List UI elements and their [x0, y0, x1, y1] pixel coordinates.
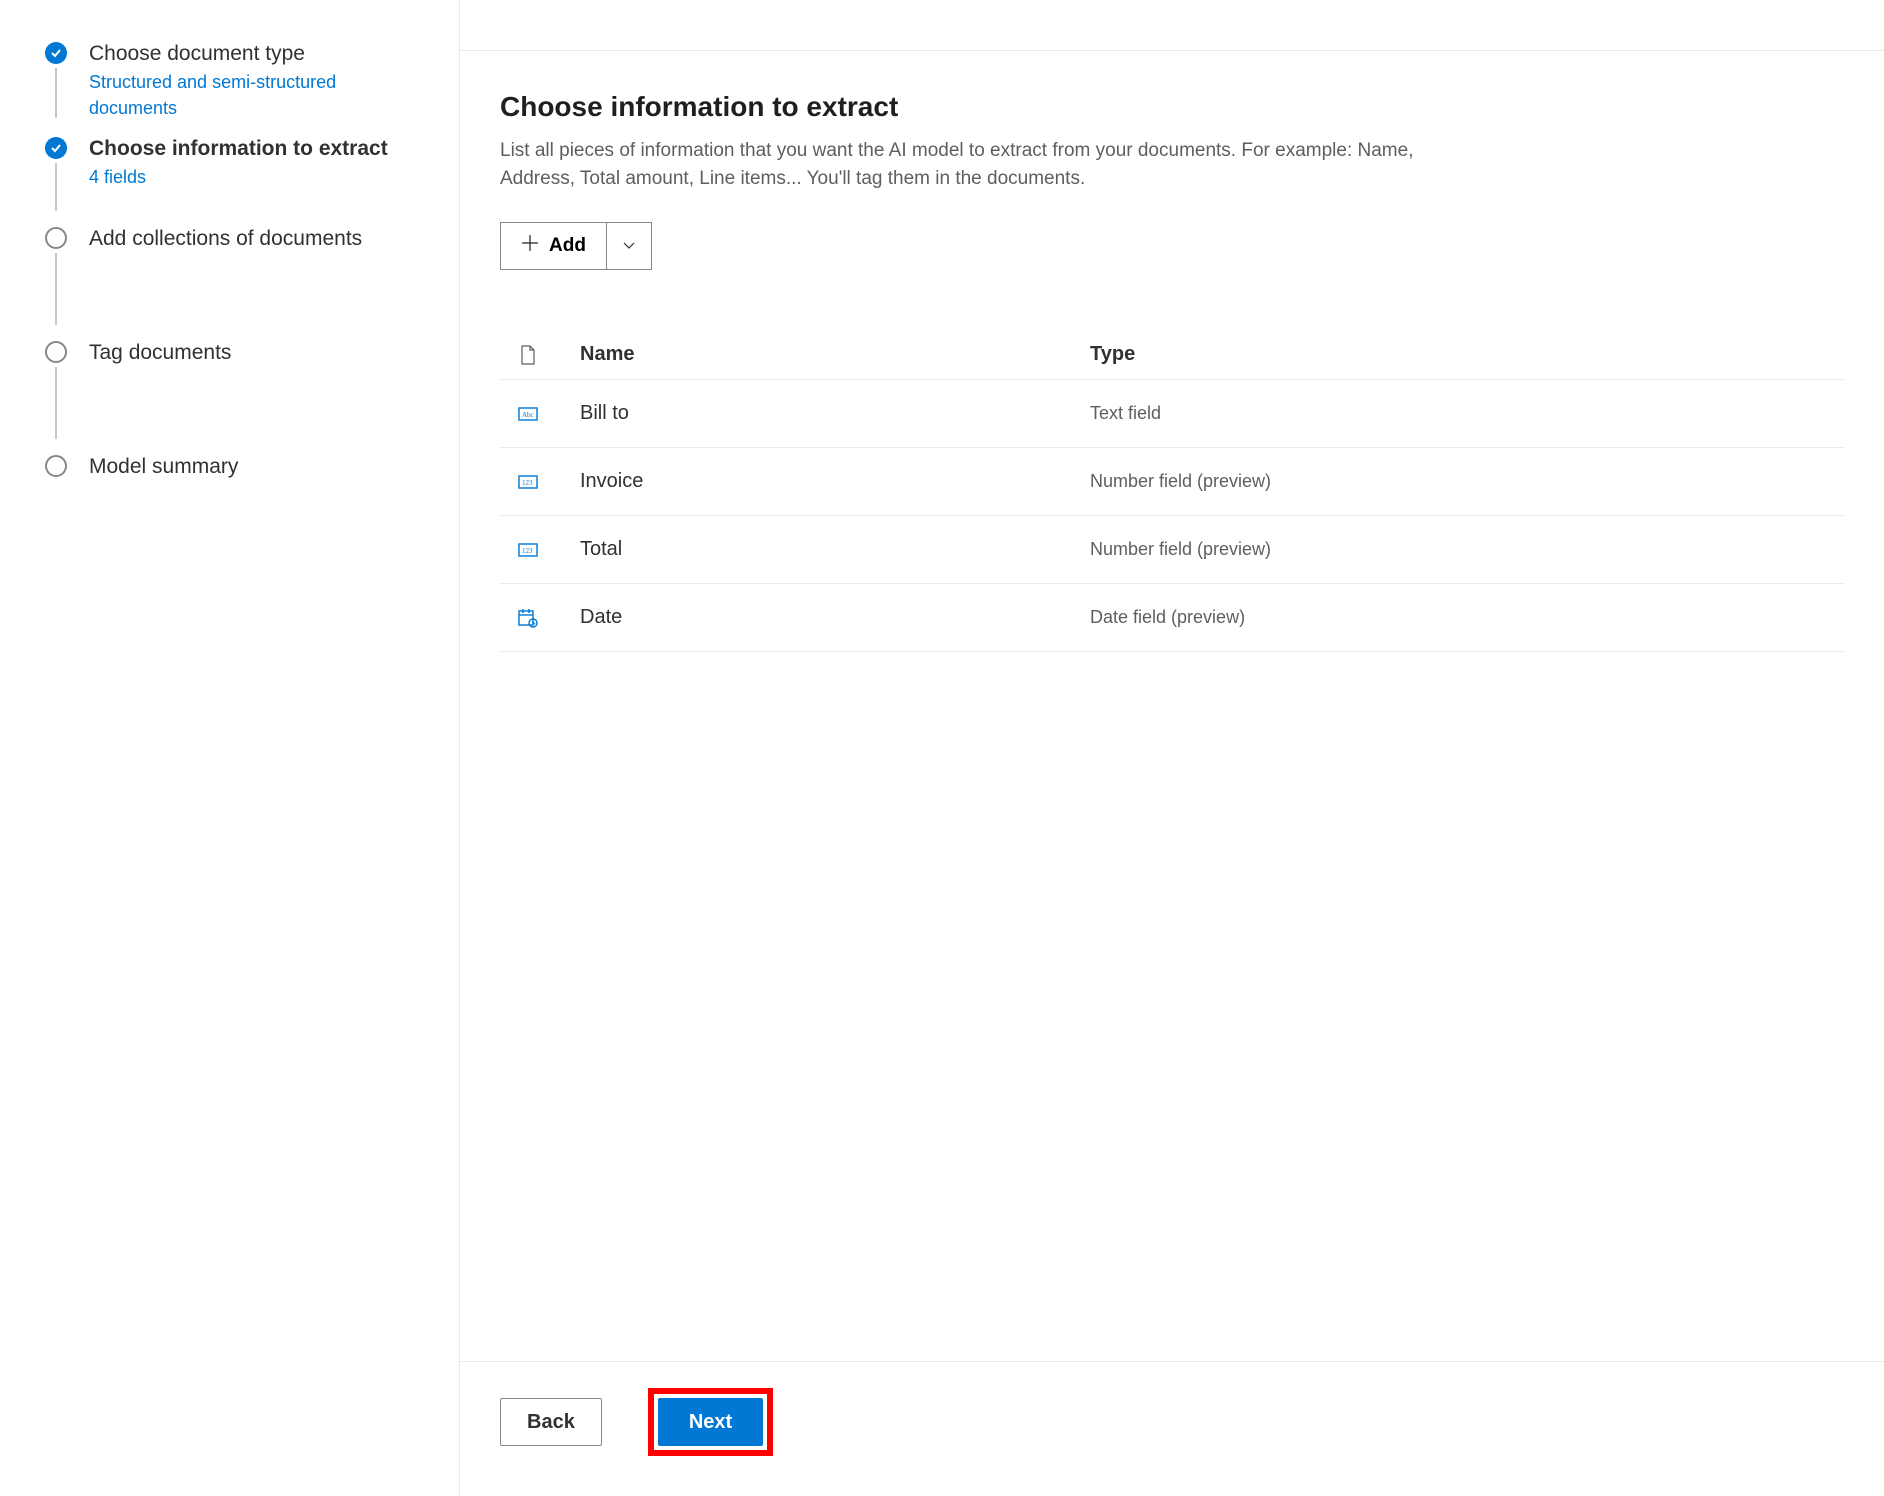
step-title: Tag documents	[89, 339, 429, 367]
step-title: Add collections of documents	[89, 225, 429, 253]
wizard-step[interactable]: Choose information to extract4 fields	[45, 135, 429, 211]
back-button[interactable]: Back	[500, 1398, 602, 1446]
svg-text:123: 123	[522, 547, 533, 555]
table-row[interactable]: 123 TotalNumber field (preview)	[500, 516, 1844, 584]
main-panel: Choose information to extract List all p…	[460, 50, 1884, 1496]
check-circle-icon	[45, 42, 67, 64]
step-connector	[55, 163, 57, 211]
step-title: Model summary	[89, 453, 429, 481]
wizard-step[interactable]: Choose document typeStructured and semi-…	[45, 40, 429, 121]
step-subtitle: 4 fields	[89, 165, 399, 190]
date-field-icon	[500, 608, 580, 628]
table-header-row: Name Type	[500, 330, 1844, 380]
step-connector	[55, 68, 57, 118]
step-title: Choose information to extract	[89, 135, 429, 163]
add-field-label: Add	[549, 235, 586, 257]
wizard-steps-sidebar: Choose document typeStructured and semi-…	[0, 0, 460, 1496]
chevron-down-icon	[621, 237, 637, 256]
wizard-step[interactable]: Add collections of documents	[45, 225, 429, 325]
check-circle-icon	[45, 137, 67, 159]
plus-icon	[521, 234, 539, 258]
empty-circle-icon	[45, 455, 67, 477]
next-button-highlight: Next	[648, 1388, 773, 1456]
number-field-icon: 123	[500, 540, 580, 560]
add-field-dropdown-button[interactable]	[606, 222, 652, 270]
number-field-icon: 123	[500, 472, 580, 492]
step-subtitle: Structured and semi-structured documents	[89, 70, 399, 120]
text-field-icon: Abc	[500, 404, 580, 424]
step-connector	[55, 253, 57, 325]
table-row[interactable]: Abc Bill toText field	[500, 380, 1844, 448]
field-name: Total	[580, 538, 1090, 561]
field-name: Bill to	[580, 402, 1090, 425]
add-field-button[interactable]: Add	[500, 222, 606, 270]
table-row[interactable]: 123 InvoiceNumber field (preview)	[500, 448, 1844, 516]
page-description: List all pieces of information that you …	[500, 137, 1420, 192]
empty-circle-icon	[45, 341, 67, 363]
page-title: Choose information to extract	[500, 91, 1844, 123]
svg-text:Abc: Abc	[522, 411, 534, 419]
step-connector	[55, 367, 57, 439]
column-header-name: Name	[580, 343, 1090, 366]
field-type: Number field (preview)	[1090, 471, 1844, 492]
wizard-step[interactable]: Model summary	[45, 453, 429, 481]
add-field-split-button: Add	[500, 222, 652, 270]
empty-circle-icon	[45, 227, 67, 249]
wizard-footer: Back Next	[460, 1361, 1884, 1496]
column-header-type: Type	[1090, 343, 1844, 366]
field-name: Date	[580, 606, 1090, 629]
field-type: Date field (preview)	[1090, 607, 1844, 628]
fields-table: Name Type Abc Bill toText field 123 Invoice…	[500, 330, 1844, 652]
step-title: Choose document type	[89, 40, 429, 68]
field-name: Invoice	[580, 470, 1090, 493]
table-row[interactable]: DateDate field (preview)	[500, 584, 1844, 652]
field-type: Text field	[1090, 403, 1844, 424]
document-icon	[500, 345, 580, 365]
next-button[interactable]: Next	[658, 1398, 763, 1446]
svg-text:123: 123	[522, 479, 533, 487]
field-type: Number field (preview)	[1090, 539, 1844, 560]
wizard-step[interactable]: Tag documents	[45, 339, 429, 439]
